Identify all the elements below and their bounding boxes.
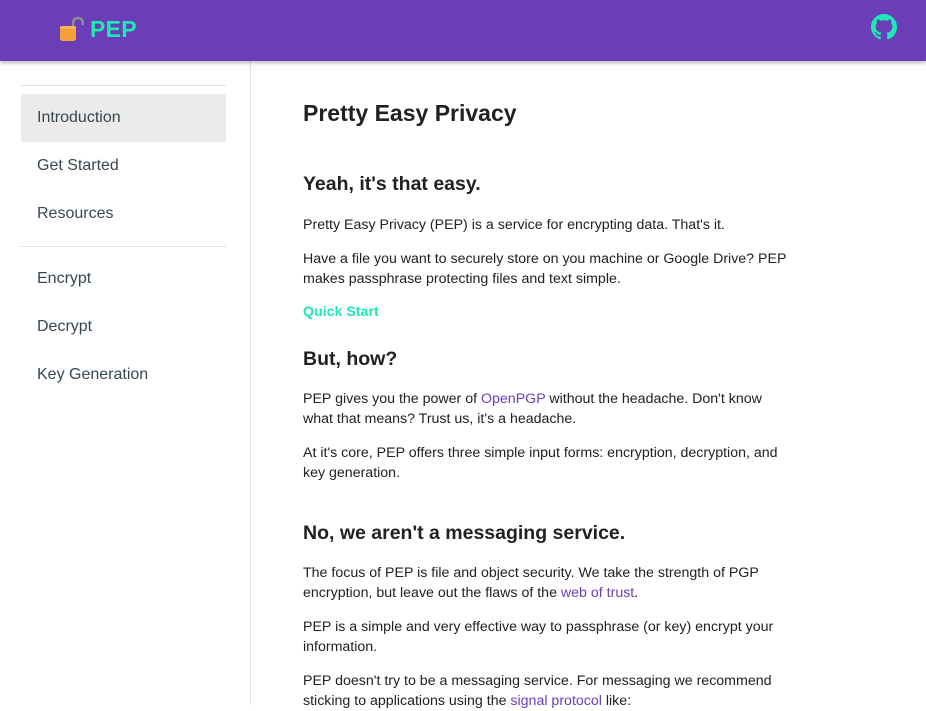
sidebar-divider — [21, 85, 226, 86]
intro-paragraph: Pretty Easy Privacy (PEP) is a service f… — [303, 217, 725, 233]
sidebar-item-get-started[interactable]: Get Started — [21, 142, 226, 190]
github-icon — [871, 14, 897, 40]
quick-start-link[interactable]: Quick Start — [303, 304, 379, 320]
messaging-text-end: like: — [601, 693, 632, 709]
security-text-start: The focus of PEP is file and object secu… — [303, 565, 759, 601]
section-heading-how: But, how? — [303, 348, 398, 370]
messaging-paragraph: PEP doesn't try to be a messaging servic… — [303, 671, 793, 711]
core-forms-paragraph: At it's core, PEP offers three simple in… — [303, 445, 778, 481]
page-title: Pretty Easy Privacy — [303, 100, 517, 126]
web-of-trust-link[interactable]: web of trust — [561, 585, 634, 601]
sidebar-item-key-generation[interactable]: Key Generation — [21, 351, 226, 399]
section-heading-easy: Yeah, it's that easy. — [303, 173, 481, 195]
padlock-icon — [60, 16, 84, 41]
security-text-end: . — [634, 585, 639, 601]
storage-paragraph: Have a file you want to securely store o… — [303, 251, 787, 287]
signal-protocol-link[interactable]: signal protocol — [510, 693, 602, 709]
passphrase-paragraph: PEP is a simple and very effective way t… — [303, 619, 774, 655]
top-app-bar: PEP — [0, 0, 926, 61]
section-heading-messaging: No, we aren't a messaging service. — [303, 522, 626, 544]
security-paragraph: The focus of PEP is file and object secu… — [303, 563, 793, 603]
sidebar-divider — [21, 246, 226, 247]
sidebar-item-resources[interactable]: Resources — [21, 190, 226, 238]
sidebar-item-introduction[interactable]: Introduction — [21, 94, 226, 142]
openpgp-text-start: PEP gives you the power of — [303, 391, 481, 407]
sidebar-item-decrypt[interactable]: Decrypt — [21, 303, 226, 351]
sidebar-item-encrypt[interactable]: Encrypt — [21, 255, 226, 303]
brand-name: PEP — [90, 15, 137, 42]
openpgp-paragraph: PEP gives you the power of OpenPGP witho… — [303, 389, 793, 429]
openpgp-link[interactable]: OpenPGP — [481, 391, 545, 407]
brand-home-link[interactable]: PEP — [60, 14, 137, 44]
sidebar-nav: Introduction Get Started Resources Encry… — [0, 61, 251, 705]
github-link[interactable] — [871, 14, 897, 40]
